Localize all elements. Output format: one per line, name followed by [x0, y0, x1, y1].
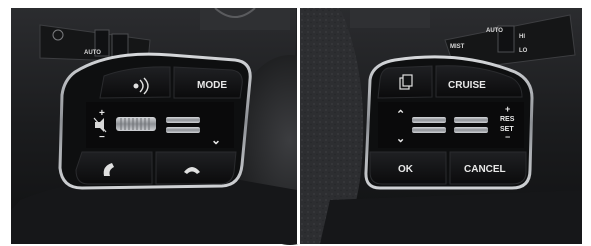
stalk-hi-label: HI [519, 34, 525, 40]
cancel-button-label: CANCEL [464, 164, 506, 175]
ok-button[interactable]: OK [369, 151, 447, 185]
steering-wheel-controls-photo: AUTO MODE + − ⌄ MIST AUTO HI LO CRUISE ⌃… [0, 0, 591, 246]
stalk-auto-label: AUTO [486, 28, 503, 34]
ok-button-label: OK [398, 164, 414, 175]
cancel-button[interactable]: CANCEL [449, 151, 527, 185]
down-arrow-right: ⌄ [396, 133, 405, 145]
right-switch-panel: CRUISE ⌃ ⌄ + RES SET − OK CANCEL [364, 55, 534, 190]
volume-plus: + [99, 108, 105, 119]
stalk-lo-label: LO [519, 48, 528, 54]
minus-label: − [505, 132, 510, 142]
favorite-button[interactable] [377, 65, 433, 99]
cruise-button-label: CRUISE [448, 80, 486, 91]
cruise-adjust-control[interactable]: ⌃ ⌄ + RES SET − [378, 102, 524, 148]
right-panel-image: MIST AUTO HI LO CRUISE ⌃ ⌄ + RES SET − O… [300, 8, 582, 244]
left-switch-panel: MODE + − ⌄ [58, 52, 252, 190]
image-divider [297, 8, 300, 244]
mode-button-label: MODE [197, 80, 227, 91]
stalk-auto-label: AUTO [84, 50, 101, 56]
volume-minus: − [99, 132, 105, 143]
up-arrow: ⌃ [396, 109, 405, 121]
down-arrow: ⌄ [211, 133, 221, 147]
plus-label: + [505, 104, 510, 114]
volume-control[interactable]: + − ⌄ [86, 102, 234, 148]
res-label: RES [500, 116, 515, 123]
mode-button[interactable]: MODE [173, 66, 243, 99]
call-end-button[interactable] [155, 151, 237, 185]
stalk-mist-label: MIST [450, 44, 465, 50]
call-answer-button[interactable] [75, 151, 153, 185]
volume-wheel[interactable] [116, 117, 156, 131]
